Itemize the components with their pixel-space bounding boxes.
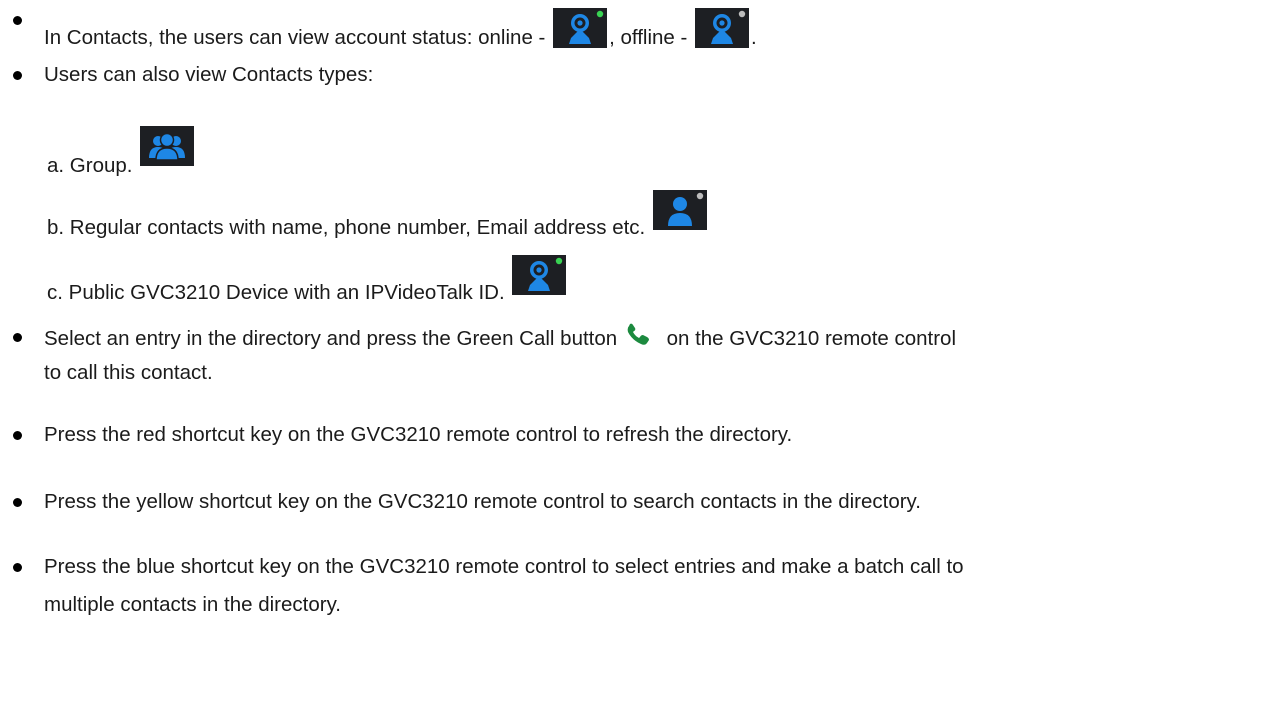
type-public-text: c. Public GVC3210 Device with an IPVideo…: [47, 281, 505, 304]
status-text: In Contacts, the users can view account …: [44, 26, 552, 49]
batch-line-cont: multiple contacts in the directory.: [44, 593, 341, 616]
green-call-icon: [625, 323, 659, 347]
public-device-icon: [512, 255, 567, 295]
status-text-mid: , offline -: [609, 26, 694, 49]
type-group-line: a. Group.: [47, 126, 196, 178]
refresh-line: Press the red shortcut key on the GVC321…: [44, 423, 793, 446]
type-regular-text: b. Regular contacts with name, phone num…: [47, 216, 646, 239]
type-public-line: c. Public GVC3210 Device with an IPVideo…: [47, 255, 568, 305]
call-text-post: on the GVC3210 remote control: [660, 327, 957, 350]
bullet-marker: [13, 431, 22, 440]
group-contacts-icon: [140, 126, 195, 166]
types-line: Users can also view Contacts types:: [44, 63, 374, 86]
bullet-marker: [13, 498, 22, 507]
call-line: Select an entry in the directory and pre…: [44, 323, 956, 351]
batch-line: Press the blue shortcut key on the GVC32…: [44, 555, 964, 578]
status-line: In Contacts, the users can view account …: [44, 8, 757, 50]
call-line-cont: to call this contact.: [44, 361, 213, 384]
bullet-marker: [13, 71, 22, 80]
status-text-end: .: [751, 26, 757, 49]
type-group-text: a. Group.: [47, 154, 133, 177]
type-regular-line: b. Regular contacts with name, phone num…: [47, 190, 709, 240]
device-online-icon: [553, 8, 608, 48]
bullet-marker: [13, 16, 22, 25]
bullet-marker: [13, 333, 22, 342]
bullet-marker: [13, 563, 22, 572]
search-line: Press the yellow shortcut key on the GVC…: [44, 490, 921, 513]
device-offline-icon: [695, 8, 750, 48]
call-text: Select an entry in the directory and pre…: [44, 327, 623, 350]
contact-person-icon: [652, 190, 707, 230]
